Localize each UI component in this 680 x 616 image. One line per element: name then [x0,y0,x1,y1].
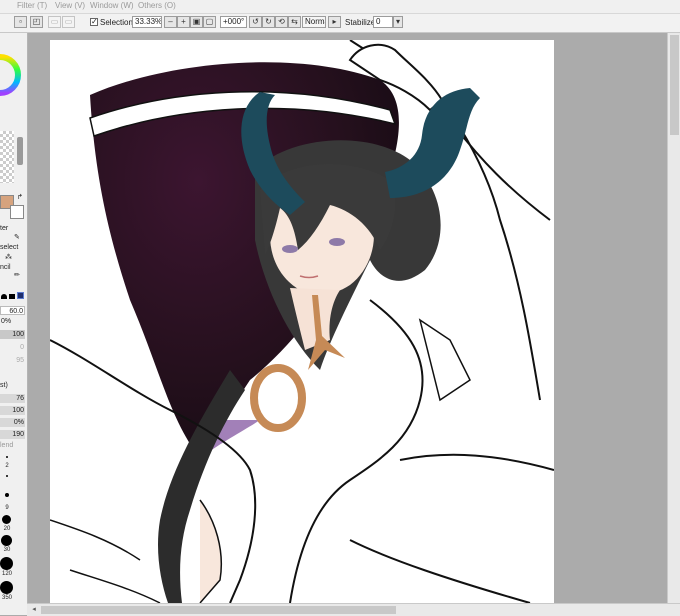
blending-field[interactable]: 76 [0,394,25,403]
stabilizer-dropdown-icon[interactable]: ▾ [393,16,403,28]
brush-size-dot-80[interactable] [0,557,13,570]
density-field[interactable]: 100 [0,330,25,339]
palette-strip[interactable] [0,131,14,183]
menu-window[interactable]: Window (W) [90,1,134,10]
stabilizer-toggle-icon[interactable]: ▸ [328,16,341,28]
brush-shape-selected-icon[interactable] [17,292,24,299]
brush-size-list[interactable]: 2 9 20 30 120 350 [0,453,14,613]
brush-size-label-120[interactable]: 120 [0,571,14,577]
horizontal-scrollbar[interactable]: ◂ [27,603,680,616]
coat-sleeve-lines [50,519,161,603]
brush-shape-round-icon[interactable] [1,294,7,299]
rotate-reset-icon[interactable]: ⟲ [275,16,288,28]
secondary-color-swatch[interactable] [10,205,24,219]
brush-size-dot-200[interactable] [0,581,13,594]
swap-colors-icon[interactable]: ↱ [17,193,23,201]
deselect-icon[interactable]: ▫ [14,16,27,28]
texture-strength-field[interactable]: 95 [0,356,25,365]
brush-size-dot-5[interactable] [5,493,9,497]
menu-filter[interactable]: Filter (T) [17,1,47,10]
brush-size-dot-25[interactable] [1,535,12,546]
vertical-scrollbar[interactable] [667,33,680,603]
drawing-canvas[interactable] [50,40,554,603]
brush-size-label-9[interactable]: 9 [0,505,14,511]
flip-icon[interactable]: ⇆ [288,16,301,28]
rotate-right-icon[interactable]: ↻ [262,16,275,28]
zoom-fit-icon[interactable]: ▢ [203,16,216,28]
pendant-ring [250,364,306,432]
scroll-left-arrow-icon[interactable]: ◂ [29,605,39,614]
coat-lower-right [349,539,531,603]
color-wheel[interactable] [0,35,24,111]
paste-icon[interactable]: ▭ [62,16,75,28]
brush-size-label-20[interactable]: 20 [0,526,14,532]
blend-mode-select[interactable]: Normal [302,16,326,28]
right-eye [329,238,345,246]
dilution-field[interactable]: 100 [0,406,25,415]
texture-field[interactable]: 0 [0,343,25,352]
brush-size-dot-medium[interactable] [6,475,8,477]
selection-checkbox[interactable]: ✓ [90,18,98,26]
brush-shape-flat-icon[interactable] [9,294,15,299]
hardness-field[interactable]: 190 [0,430,25,439]
chest-opening [199,499,223,603]
keep-opacity-label: lend [0,442,14,449]
rotation-field[interactable]: +000° [220,16,247,28]
menu-view[interactable]: View (V) [55,1,85,10]
zoom-reset-icon[interactable]: ▣ [190,16,203,28]
coat-hem-right [399,453,554,471]
zoom-in-icon[interactable]: + [177,16,190,28]
pen-tool-icon[interactable]: ✎ [14,233,20,241]
rotate-left-icon[interactable]: ↺ [249,16,262,28]
brush-shape-row[interactable] [0,291,25,300]
tool-label-select[interactable]: select [0,244,18,251]
vertical-scroll-thumb[interactable] [670,35,679,135]
min-size-field[interactable]: 0% [0,317,25,326]
tool-panel: ↱ ter ✎ select ⁂ ncil ✏ 60.0 0% 100 0 95… [0,33,28,615]
brush-size-label-30[interactable]: 30 [0,547,14,553]
menu-bar: Filter (T) View (V) Window (W) Others (O… [0,0,680,14]
invert-selection-icon[interactable]: ◰ [30,16,43,28]
tool-label-filter[interactable]: ter [0,225,8,232]
copy-icon[interactable]: ▭ [48,16,61,28]
brush-size-dot-small[interactable] [6,456,8,458]
menu-others[interactable]: Others (O) [138,1,176,10]
coat-lapel [418,318,471,402]
select-pen-icon[interactable]: ⁂ [5,253,12,261]
blend-mode-label: st) [0,382,8,389]
brush-size-dot-15[interactable] [2,515,11,524]
tool-options-bar: ▫ ◰ ▭ ▭ ✓ Selection 33.33% – + ▣ ▢ +000°… [0,14,680,33]
stabilizer-select[interactable]: 0 [373,16,393,28]
brush-size-label-350[interactable]: 350 [0,595,14,601]
pencil-icon[interactable]: ✏ [14,271,20,279]
brush-size-field[interactable]: 60.0 [0,306,25,315]
tool-label-pencil[interactable]: ncil [0,264,11,271]
selection-label: Selection [100,18,133,27]
left-eye [282,245,298,253]
zoom-field[interactable]: 33.33% [132,16,162,28]
horizontal-scroll-thumb[interactable] [41,606,396,614]
brush-size-label-2[interactable]: 2 [0,463,14,469]
zoom-out-icon[interactable]: – [164,16,177,28]
palette-scroll-thumb[interactable] [17,137,23,165]
artwork-illustration [50,40,554,603]
persistence-field[interactable]: 0% [0,418,25,427]
